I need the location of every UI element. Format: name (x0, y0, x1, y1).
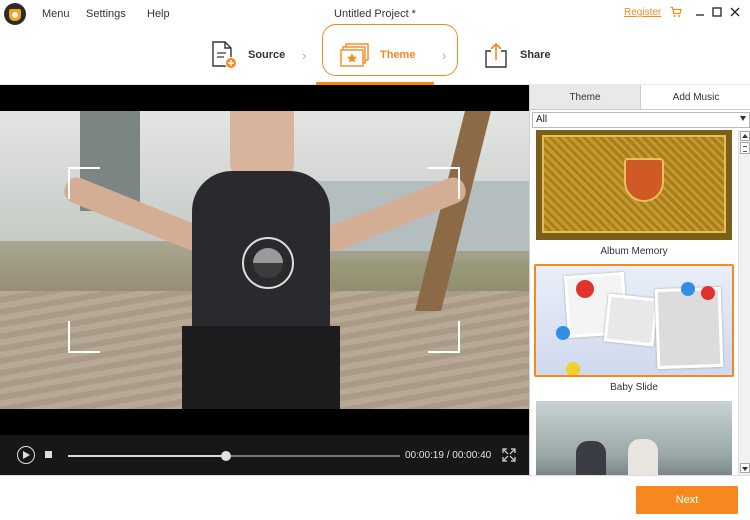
seek-bar-progress (68, 455, 226, 457)
close-icon[interactable] (729, 5, 741, 19)
theme-list: Album Memory Baby Slide (530, 130, 738, 475)
menu-settings[interactable]: Settings (86, 8, 126, 20)
theme-filter-value: All (536, 114, 548, 125)
seek-thumb[interactable] (220, 451, 231, 461)
share-upload-icon (485, 42, 507, 68)
app-logo-icon (4, 3, 26, 25)
stop-icon[interactable] (45, 451, 52, 458)
minimize-icon[interactable] (694, 5, 706, 19)
theme-item-baby-slide[interactable]: Baby Slide (534, 264, 734, 393)
scroll-down-icon[interactable] (740, 463, 750, 473)
menu-menu[interactable]: Menu (42, 8, 70, 20)
step-theme-label: Theme (380, 49, 416, 61)
crop-corner (68, 167, 100, 199)
theme-thumbnail (536, 266, 732, 376)
step-source-label: Source (248, 49, 286, 61)
play-icon[interactable] (17, 446, 35, 464)
next-button[interactable]: Next (636, 486, 738, 514)
cart-icon[interactable] (670, 6, 682, 18)
step-theme[interactable]: Theme (340, 40, 415, 70)
step-share[interactable]: Share (482, 40, 551, 70)
theme-list-scrollbar[interactable] (738, 130, 750, 475)
theme-item-album-memory[interactable]: Album Memory (534, 130, 734, 257)
footer: Next (0, 475, 750, 520)
seek-bar[interactable] (68, 451, 400, 461)
maximize-icon[interactable] (711, 5, 723, 19)
chevron-right-icon: › (302, 48, 307, 63)
crop-corner (68, 321, 100, 353)
crop-corner (428, 167, 460, 199)
video-preview[interactable] (0, 85, 529, 435)
scroll-thumb[interactable] (740, 142, 750, 154)
video-frame (0, 111, 529, 409)
scroll-up-icon[interactable] (740, 131, 750, 141)
step-source[interactable]: Source (210, 40, 285, 70)
panel-tabs: Theme Add Music (530, 85, 750, 110)
chevron-right-icon: › (442, 48, 447, 63)
step-share-label: Share (520, 49, 551, 61)
chevron-down-icon (740, 116, 746, 121)
menu-help[interactable]: Help (147, 8, 170, 20)
tab-theme[interactable]: Theme (530, 85, 641, 110)
document-add-icon (212, 41, 237, 69)
time-display: 00:00:19 / 00:00:40 (405, 450, 492, 461)
player-controls: 00:00:19 / 00:00:40 (0, 435, 529, 475)
fullscreen-icon[interactable] (502, 448, 516, 462)
theme-name: Baby Slide (610, 382, 658, 393)
theme-item-wedding[interactable] (534, 401, 734, 475)
step-navigation: Source › Theme › Share (0, 24, 750, 85)
theme-thumbnail (536, 130, 732, 240)
theme-icon (340, 43, 369, 67)
crop-corner (428, 321, 460, 353)
center-play-icon[interactable] (242, 237, 294, 289)
theme-panel: Theme Add Music All Album Memory Baby Sl… (529, 85, 750, 475)
theme-name: Album Memory (600, 246, 668, 257)
theme-filter-select[interactable]: All (532, 112, 750, 128)
register-link[interactable]: Register (624, 7, 661, 18)
theme-thumbnail (536, 401, 732, 475)
tab-add-music[interactable]: Add Music (641, 85, 750, 110)
